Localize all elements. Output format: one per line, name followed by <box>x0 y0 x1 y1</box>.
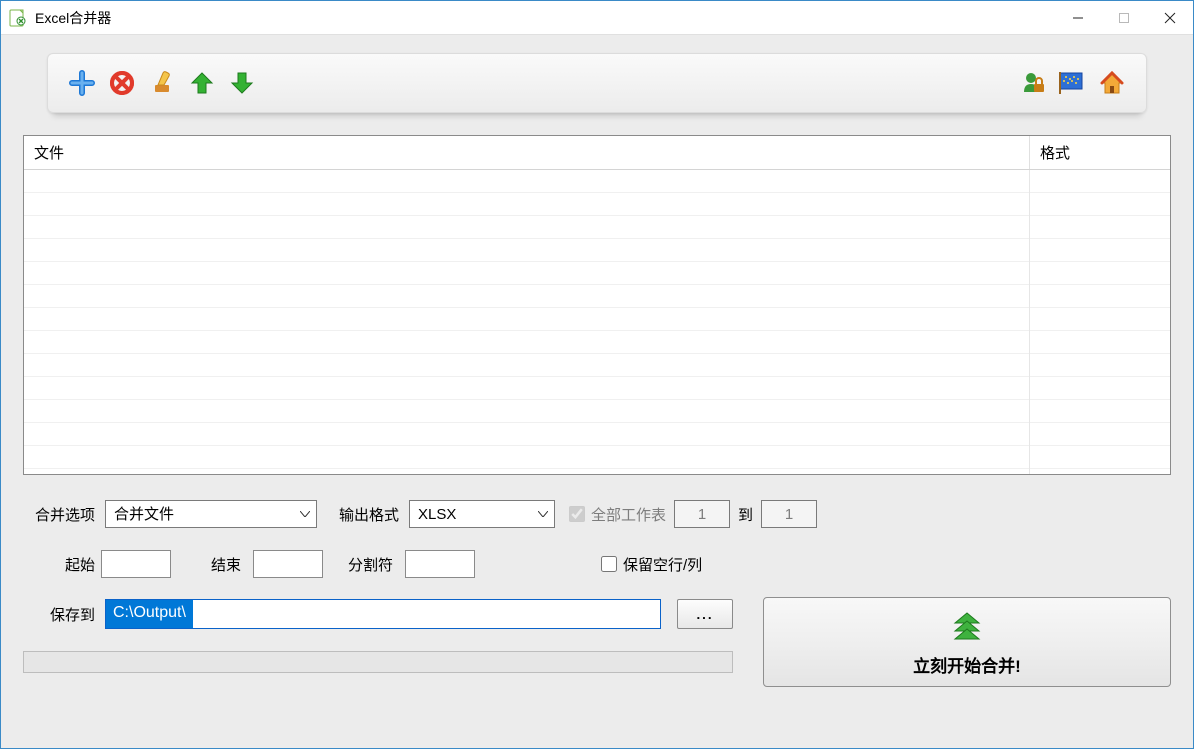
merge-option-label: 合并选项 <box>23 504 95 525</box>
add-button[interactable] <box>62 63 102 103</box>
toolbar-container <box>23 47 1171 135</box>
remove-button[interactable] <box>102 63 142 103</box>
home-button[interactable] <box>1092 63 1132 103</box>
end-input[interactable] <box>253 550 323 578</box>
app-window: Excel合并器 <box>0 0 1194 749</box>
minimize-button[interactable] <box>1055 3 1101 33</box>
client-area: 文件 格式 合并选项 合并文件 输出格式 XLSX 全部工作表 <box>1 35 1193 748</box>
sheets-from-input <box>674 500 730 528</box>
grid-column-divider <box>1029 170 1030 474</box>
maximize-button[interactable] <box>1101 3 1147 33</box>
merge-option-select[interactable]: 合并文件 <box>105 500 317 528</box>
clear-button[interactable] <box>142 63 182 103</box>
delimiter-input[interactable] <box>405 550 475 578</box>
titlebar: Excel合并器 <box>1 1 1193 35</box>
grid-header: 文件 格式 <box>24 136 1170 170</box>
language-button[interactable] <box>1052 63 1092 103</box>
output-format-select[interactable]: XLSX <box>409 500 555 528</box>
delimiter-label: 分割符 <box>329 554 399 575</box>
column-header-format[interactable]: 格式 <box>1030 136 1170 169</box>
merge-now-button[interactable]: 立刻开始合并! <box>763 597 1171 687</box>
all-sheets-checkbox <box>569 506 585 522</box>
end-label: 结束 <box>177 554 247 575</box>
save-to-label: 保存到 <box>23 604 95 625</box>
window-title: Excel合并器 <box>35 8 111 28</box>
sheets-to-input <box>761 500 817 528</box>
toolbar <box>47 53 1147 113</box>
start-label: 起始 <box>23 554 95 575</box>
merge-button-label: 立刻开始合并! <box>913 652 1021 677</box>
browse-button[interactable]: ... <box>677 599 733 629</box>
file-grid[interactable]: 文件 格式 <box>23 135 1171 475</box>
options-panel: 合并选项 合并文件 输出格式 XLSX 全部工作表 到 起始 结束 <box>23 491 1171 687</box>
all-sheets-label: 全部工作表 <box>591 504 666 525</box>
keep-blank-label: 保留空行/列 <box>623 554 702 575</box>
column-header-file[interactable]: 文件 <box>24 136 1030 169</box>
output-format-label: 输出格式 <box>339 504 399 525</box>
keep-blank-checkbox[interactable] <box>601 556 617 572</box>
grid-body[interactable] <box>24 170 1170 474</box>
close-button[interactable] <box>1147 3 1193 33</box>
register-button[interactable] <box>1012 63 1052 103</box>
progress-bar <box>23 651 733 673</box>
app-icon <box>9 9 27 27</box>
merge-icon <box>947 607 987 646</box>
save-path-selection: C:\Output\ <box>106 600 193 628</box>
move-up-button[interactable] <box>182 63 222 103</box>
to-label: 到 <box>738 504 753 525</box>
start-input[interactable] <box>101 550 171 578</box>
move-down-button[interactable] <box>222 63 262 103</box>
